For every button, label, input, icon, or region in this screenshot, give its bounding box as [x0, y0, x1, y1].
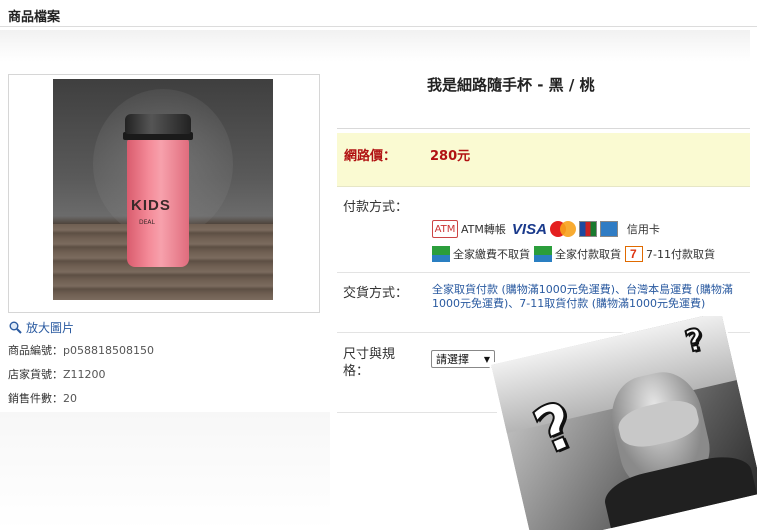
- enlarge-image-link[interactable]: 放大圖片: [9, 319, 74, 336]
- seven-eleven-icon: [625, 246, 643, 262]
- product-number-label: 商品編號：: [8, 344, 63, 357]
- size-select[interactable]: 請選擇 ▼: [431, 350, 495, 368]
- payment-label: 付款方式：: [343, 200, 409, 215]
- price-band: [337, 133, 750, 187]
- sales-count-value: 20: [63, 392, 77, 405]
- store-sku-row: 店家貨號：Z11200: [8, 366, 106, 382]
- product-number-value: p058818508150: [63, 344, 154, 357]
- shipping-methods: 全家取貨付款 (購物滿1000元免運費)、台灣本島運費 (購物滿1000元免運費…: [432, 283, 733, 310]
- header-divider: [0, 26, 757, 27]
- store-sku-value: Z11200: [63, 368, 106, 381]
- family-pickup-label: 全家付款取貨: [555, 248, 621, 261]
- credit-card-label: 信用卡: [626, 223, 660, 236]
- atm-label: ATM轉帳: [461, 223, 506, 236]
- cup-print-subtext: DEAL: [139, 219, 155, 226]
- price-value: 280元: [430, 149, 471, 164]
- product-number-row: 商品編號：p058818508150: [8, 342, 154, 358]
- page-header-title: 商品檔案: [8, 10, 61, 25]
- meme-photo: ? ?: [488, 316, 757, 530]
- shipping-label: 交貨方式：: [343, 286, 409, 301]
- payment-divider: [337, 272, 750, 273]
- product-image-frame[interactable]: KIDS DEAL: [8, 74, 320, 313]
- cup-lid: [125, 114, 191, 134]
- left-fade: [0, 412, 330, 530]
- overlay-meme-image: ? ?: [487, 316, 757, 530]
- store-sku-label: 店家貨號：: [8, 368, 63, 381]
- family-mart-icon: [432, 246, 450, 262]
- jcb-icon: [578, 221, 597, 237]
- price-label: 網路價：: [344, 149, 397, 164]
- family-cod-label: 全家繳費不取貨: [453, 248, 530, 261]
- seven-pickup-label: 7-11付款取貨: [646, 248, 715, 261]
- atm-icon: ATM: [432, 220, 458, 238]
- enlarge-image-label: 放大圖片: [26, 321, 75, 335]
- mastercard-icon: [549, 221, 576, 237]
- payment-row-stores: 全家繳費不取貨 全家付款取貨 7-11付款取貨: [432, 246, 715, 262]
- product-title: 我是細路隨手杯 - 黑 / 桃: [427, 76, 595, 94]
- size-select-value: 請選擇: [436, 353, 469, 366]
- payment-row-cards: ATM ATM轉帳 VISA 信用卡: [432, 220, 660, 238]
- price-divider: [337, 128, 750, 129]
- cup-print-text: KIDS: [131, 197, 171, 214]
- amex-icon: [599, 221, 618, 237]
- sales-count-label: 銷售件數：: [8, 392, 63, 405]
- product-photo: KIDS DEAL: [53, 79, 273, 300]
- magnifier-icon: [9, 321, 22, 334]
- sales-count-row: 銷售件數：20: [8, 390, 77, 406]
- family-mart-icon-2: [534, 246, 552, 262]
- size-divider: [337, 412, 497, 413]
- header-shade: [0, 30, 750, 62]
- size-label-line2: 格：: [343, 364, 370, 379]
- visa-icon: VISA: [511, 220, 547, 238]
